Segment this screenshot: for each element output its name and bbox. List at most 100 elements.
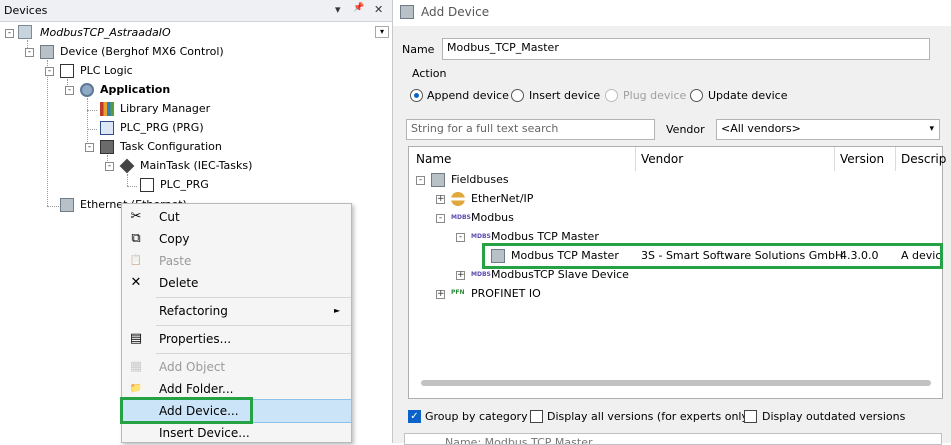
- folder-icon: 📁: [129, 383, 143, 394]
- insert-device-label: Insert device: [529, 89, 601, 102]
- menu-item-insert-device[interactable]: Insert Device...: [122, 422, 351, 444]
- display-outdated-label: Display outdated versions: [762, 410, 906, 423]
- menu-item-delete[interactable]: ✕ Delete: [122, 272, 351, 294]
- panel-menu-icon[interactable]: ▾: [335, 3, 341, 16]
- col-name[interactable]: Name: [416, 149, 451, 169]
- tree-node-project[interactable]: ModbusTCP_AstraadaIO: [40, 23, 171, 42]
- search-input[interactable]: String for a full text search: [406, 119, 655, 140]
- checkbox-display-outdated[interactable]: [744, 410, 757, 423]
- menu-label: Delete: [159, 276, 199, 290]
- action-label: Action: [412, 67, 447, 80]
- collapse-toggle[interactable]: -: [456, 233, 465, 242]
- devices-title: Devices: [4, 4, 48, 17]
- library-icon: [100, 102, 114, 116]
- menu-label: Copy: [159, 232, 190, 246]
- radio-insert-device[interactable]: [511, 89, 524, 102]
- copy-icon: ⧉: [131, 231, 141, 246]
- display-all-versions-label: Display all versions (for experts only): [547, 410, 753, 423]
- collapse-toggle[interactable]: -: [85, 143, 94, 152]
- application-icon: [80, 83, 94, 97]
- device-info-text: Name: Modbus TCP Master: [445, 436, 593, 445]
- devices-title-bar: Devices ▾ 📌 ✕: [0, 0, 392, 22]
- radio-update-device[interactable]: [690, 89, 703, 102]
- update-device-label: Update device: [708, 89, 788, 102]
- menu-item-copy[interactable]: ⧉ Copy: [122, 228, 351, 250]
- vendor-label: Vendor: [666, 123, 705, 136]
- device-info-panel: Name: Modbus TCP Master: [404, 433, 942, 445]
- col-description[interactable]: Descrip: [901, 149, 946, 169]
- delete-icon: ✕: [130, 275, 142, 290]
- collapse-toggle[interactable]: -: [5, 29, 14, 38]
- col-version[interactable]: Version: [840, 149, 884, 169]
- tree-node-task-configuration[interactable]: Task Configuration: [120, 137, 222, 156]
- tree-node-device[interactable]: Device (Berghof MX6 Control): [60, 42, 224, 61]
- tree-node-maintask[interactable]: MainTask (IEC-Tasks): [140, 156, 252, 175]
- modbus-icon: MDBS: [471, 271, 491, 278]
- tree-node-plc-logic[interactable]: PLC Logic: [80, 61, 133, 80]
- menu-label: Properties...: [159, 332, 232, 346]
- checkbox-display-all-versions[interactable]: [530, 410, 543, 423]
- expand-toggle[interactable]: +: [436, 290, 445, 299]
- task-icon: [119, 158, 135, 174]
- dialog-title: Add Device: [421, 5, 490, 19]
- tree-node-plc-prg-call[interactable]: PLC_PRG: [160, 175, 209, 194]
- add-object-icon: ▦: [129, 359, 143, 374]
- menu-item-cut[interactable]: ✂ Cut: [122, 206, 351, 228]
- horizontal-scrollbar[interactable]: [421, 380, 931, 386]
- highlight-add-device: [120, 397, 253, 424]
- properties-icon: ▤: [129, 331, 143, 346]
- task-config-icon: [100, 140, 114, 154]
- collapse-toggle[interactable]: -: [45, 67, 54, 76]
- menu-label: Add Object: [159, 360, 226, 374]
- radio-plug-device[interactable]: [605, 89, 618, 102]
- row-fieldbuses[interactable]: Fieldbuses: [451, 170, 509, 189]
- program-icon: [100, 121, 114, 135]
- dialog-title-bar: Add Device: [393, 0, 951, 26]
- col-vendor[interactable]: Vendor: [641, 149, 683, 169]
- expand-toggle[interactable]: +: [436, 195, 445, 204]
- checkbox-group-by-category[interactable]: ✓: [408, 410, 421, 423]
- collapse-toggle[interactable]: -: [436, 214, 445, 223]
- modbus-icon: MDBS: [471, 233, 491, 240]
- collapse-toggle[interactable]: -: [416, 176, 425, 185]
- menu-label: Paste: [159, 254, 192, 268]
- close-icon[interactable]: ✕: [374, 3, 383, 16]
- menu-label: Refactoring: [159, 304, 228, 318]
- modbus-icon: MDBS: [451, 214, 471, 221]
- collapse-toggle[interactable]: -: [25, 48, 34, 57]
- expand-toggle[interactable]: +: [456, 271, 465, 280]
- scissors-icon: ✂: [130, 209, 142, 224]
- fieldbus-icon: [431, 173, 445, 187]
- row-profinet-io[interactable]: PROFINET IO: [471, 284, 541, 303]
- tree-dropdown-icon[interactable]: ▾: [375, 26, 389, 38]
- row-ethernetip[interactable]: EtherNet/IP: [471, 189, 533, 208]
- menu-item-refactoring[interactable]: Refactoring ►: [122, 300, 351, 322]
- row-modbus[interactable]: Modbus: [471, 208, 514, 227]
- append-device-label: Append device: [427, 89, 509, 102]
- vendor-select[interactable]: <All vendors> ▾: [716, 119, 940, 140]
- paste-icon: 📋: [129, 255, 143, 266]
- ethernetip-icon: [451, 192, 465, 206]
- pin-icon[interactable]: 📌: [353, 3, 364, 13]
- menu-item-paste[interactable]: 📋 Paste: [122, 250, 351, 272]
- highlight-modbus-tcp-master: [482, 243, 943, 269]
- collapse-toggle[interactable]: -: [105, 162, 114, 171]
- device-grid: Name Vendor Version Descrip - Fieldbuses…: [408, 146, 946, 399]
- radio-append-device[interactable]: [410, 89, 423, 102]
- tree-node-library-manager[interactable]: Library Manager: [120, 99, 210, 118]
- tree-node-plc-prg[interactable]: PLC_PRG (PRG): [120, 118, 204, 137]
- name-input[interactable]: Modbus_TCP_Master: [442, 38, 930, 60]
- group-by-category-label: Group by category: [425, 410, 528, 423]
- menu-item-add-object[interactable]: ▦ Add Object: [122, 356, 351, 378]
- project-icon: [18, 25, 32, 39]
- plug-device-label: Plug device: [623, 89, 687, 102]
- menu-item-properties[interactable]: ▤ Properties...: [122, 328, 351, 350]
- profinet-icon: PFN: [451, 289, 465, 296]
- tree-node-application[interactable]: Application: [100, 80, 170, 99]
- vendor-select-value: <All vendors>: [721, 122, 801, 135]
- menu-label: Insert Device...: [159, 426, 250, 440]
- ethernet-icon: [60, 198, 74, 212]
- plc-logic-icon: [60, 64, 74, 78]
- device-icon: [40, 45, 54, 59]
- collapse-toggle[interactable]: -: [65, 86, 74, 95]
